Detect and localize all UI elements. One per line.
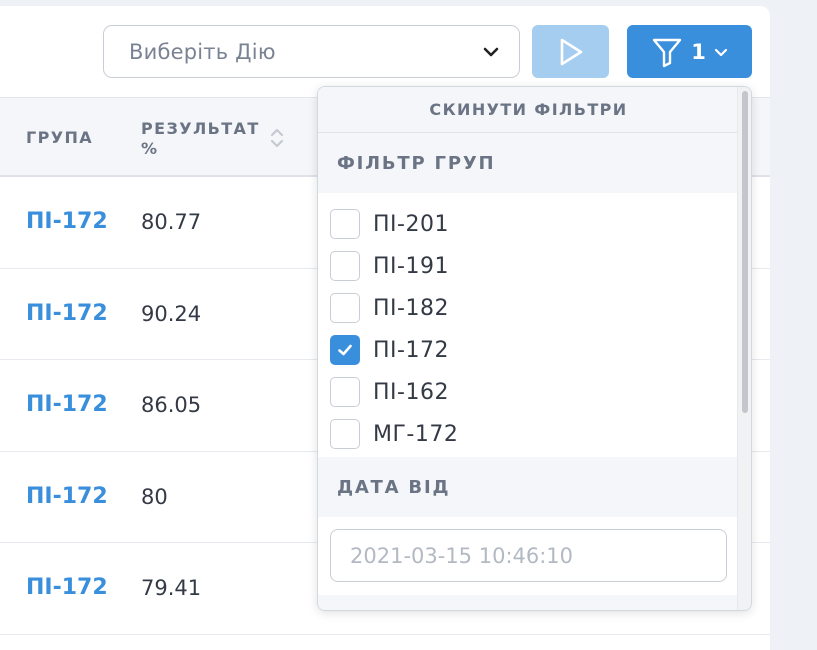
date-from-input[interactable] [330,529,727,582]
scrollbar-thumb[interactable] [742,91,748,413]
group-option-pi-201[interactable]: ПІ-201 [330,203,458,245]
dropdown-bottom-section [318,595,739,610]
date-from-heading: ДАТА ВІД [318,457,739,517]
checkbox-checked[interactable] [330,335,360,365]
checkbox[interactable] [330,209,360,239]
play-icon [560,38,582,65]
reset-filters-label: СКИНУТИ ФІЛЬТРИ [429,100,628,119]
date-from-title: ДАТА ВІД [337,476,451,498]
column-header-result[interactable]: РЕЗУЛЬТАТ % [141,119,261,159]
sort-icon[interactable] [268,125,286,151]
group-link[interactable]: ПІ-172 [26,575,108,600]
reset-filters-button[interactable]: СКИНУТИ ФІЛЬТРИ [318,87,739,133]
result-value: 90.24 [141,301,202,326]
group-link[interactable]: ПІ-172 [26,392,108,417]
group-options-list: ПІ-201 ПІ-191 ПІ-182 ПІ-172 ПІ-162 МГ-17… [330,203,458,455]
checkbox[interactable] [330,251,360,281]
group-option-pi-182[interactable]: ПІ-182 [330,287,458,329]
active-filter-count: 1 [691,39,706,64]
action-select[interactable]: Виберіть Дію [103,25,520,78]
result-value: 79.41 [141,576,202,600]
group-option-label: ПІ-172 [373,337,449,363]
group-link[interactable]: ПІ-172 [26,209,108,234]
dropdown-scrollbar[interactable] [737,87,751,610]
filter-dropdown: СКИНУТИ ФІЛЬТРИ ФІЛЬТР ГРУП ПІ-201 ПІ-19… [317,86,752,611]
filter-toggle-button[interactable]: 1 [627,25,752,78]
group-option-label: ПІ-191 [373,253,449,279]
filter-icon [652,38,682,67]
result-value: 80.77 [141,210,202,234]
group-option-pi-172[interactable]: ПІ-172 [330,329,458,371]
group-filter-heading: ФІЛЬТР ГРУП [318,133,739,193]
group-option-label: ПІ-182 [373,295,449,321]
result-value: 86.05 [141,393,202,417]
run-action-button[interactable] [532,25,609,78]
group-link[interactable]: ПІ-172 [26,484,108,509]
checkbox[interactable] [330,377,360,407]
group-option-label: ПІ-162 [373,379,449,405]
checkmark-icon [338,344,352,356]
chevron-down-icon [483,47,499,57]
group-option-label: МГ-172 [373,421,459,447]
checkbox[interactable] [330,293,360,323]
checkbox[interactable] [330,419,360,449]
action-select-placeholder: Виберіть Дію [129,39,276,64]
group-option-label: ПІ-201 [373,211,449,237]
group-option-pi-162[interactable]: ПІ-162 [330,371,458,413]
group-option-mg-172[interactable]: МГ-172 [330,413,458,455]
result-value: 80 [141,484,168,509]
chevron-down-icon [714,48,727,56]
group-filter-title: ФІЛЬТР ГРУП [337,152,496,174]
column-header-group[interactable]: ГРУПА [26,128,93,147]
group-option-pi-191[interactable]: ПІ-191 [330,245,458,287]
group-link[interactable]: ПІ-172 [26,301,108,326]
